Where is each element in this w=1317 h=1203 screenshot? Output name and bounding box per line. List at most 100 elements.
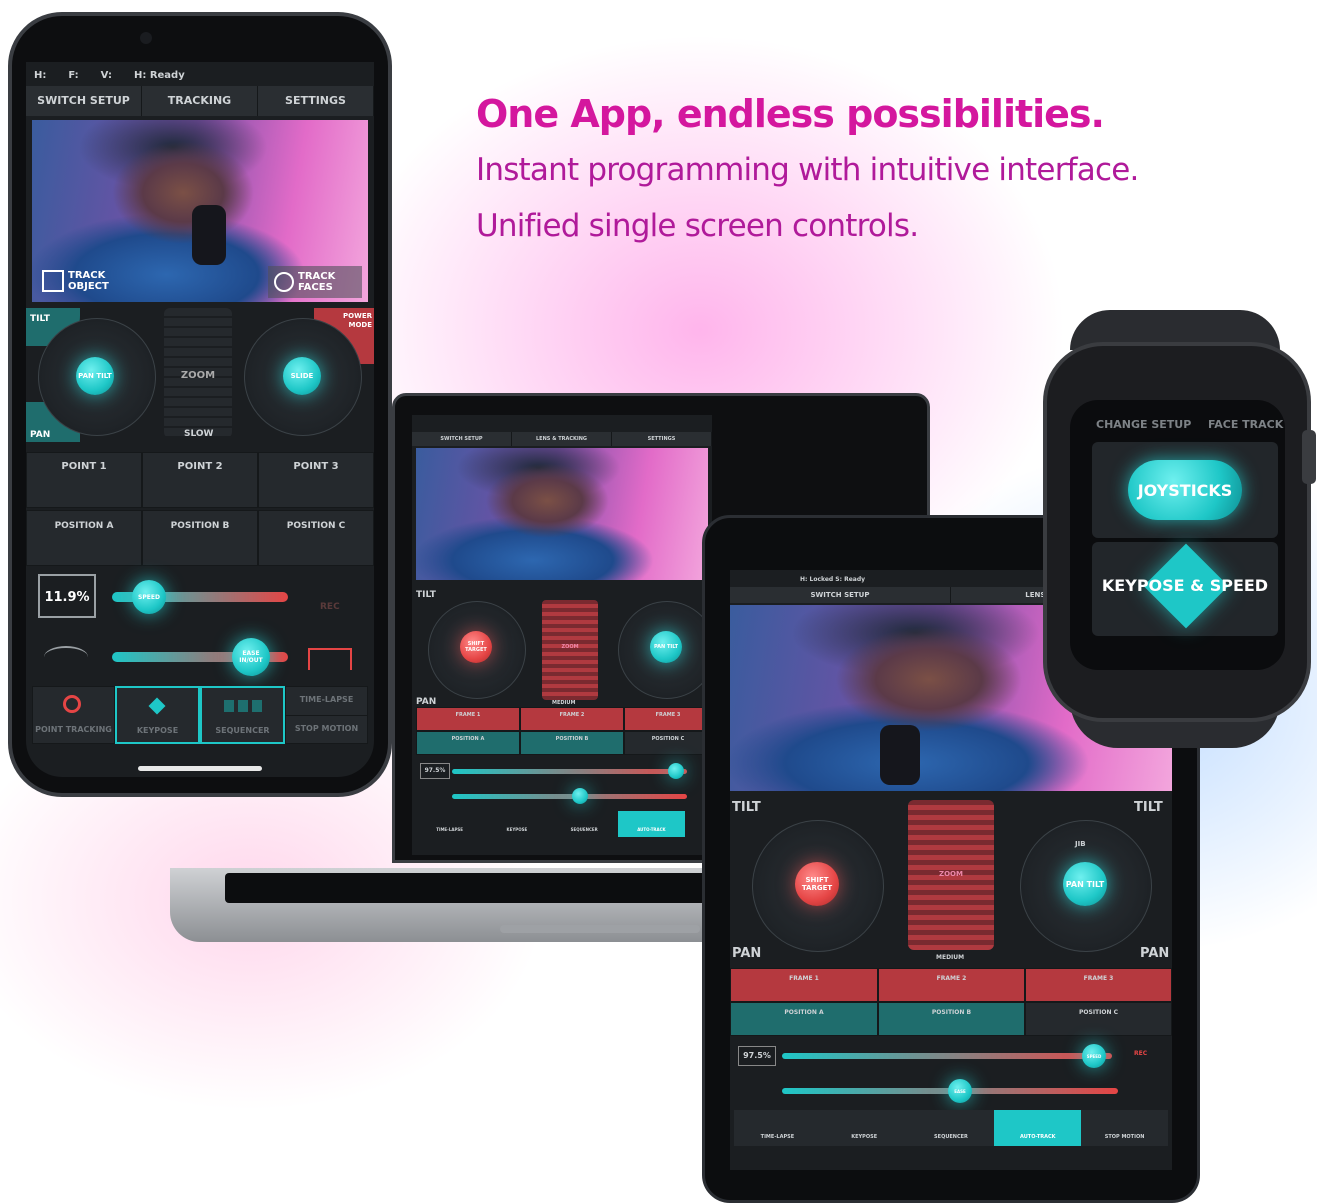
laptop-position-c[interactable]: POSITION C	[624, 731, 712, 755]
phone-btn-group-right: TIME-LAPSE STOP MOTION	[285, 686, 368, 744]
laptop-zoom-slider[interactable]: ZOOM	[542, 600, 598, 700]
tablet-mic	[880, 725, 920, 785]
tablet-tilt-left: TILT	[732, 800, 761, 815]
laptop-btn-keypose[interactable]: KEYPOSE	[483, 811, 550, 837]
laptop-ease-slider[interactable]	[452, 794, 687, 799]
phone-camera-dot	[140, 32, 152, 44]
phone-point-2[interactable]: POINT 2	[142, 452, 258, 508]
phone-mic	[192, 205, 226, 265]
phone-slide-knob[interactable]: SLIDE	[283, 357, 321, 395]
watch-joysticks-button[interactable]: JOYSTICKS	[1128, 460, 1242, 520]
laptop-frame-1[interactable]: FRAME 1	[416, 707, 520, 731]
phone-track-faces-label: TRACK FACES	[298, 271, 336, 293]
laptop-frame-3[interactable]: FRAME 3	[624, 707, 712, 731]
phone-bottom-bar: POINT TRACKING KEYPOSE SEQUENCER TIME-LA…	[32, 686, 368, 744]
tablet-pan-tilt-knob[interactable]: PAN TILT	[1063, 862, 1107, 906]
phone-point-1[interactable]: POINT 1	[26, 452, 142, 508]
laptop-ease-handle[interactable]	[572, 788, 588, 804]
watch-joysticks-panel[interactable]: JOYSTICKS	[1092, 442, 1278, 538]
phone-btn-timelapse[interactable]: TIME-LAPSE	[286, 687, 367, 716]
tablet-zoom-slider[interactable]: ZOOM	[908, 800, 994, 950]
phone-zoom-slider[interactable]: ZOOM	[164, 308, 232, 438]
phone-screen: H: F: V: H: Ready SWITCH SETUP TRACKING …	[26, 62, 374, 777]
laptop-frame-2[interactable]: FRAME 2	[520, 707, 624, 731]
phone-status-bar: H: F: V: H: Ready	[34, 70, 185, 81]
tablet-position-c[interactable]: POSITION C	[1025, 1002, 1172, 1036]
phone-slow: SLOW	[184, 429, 214, 439]
tablet-btn-stopmotion[interactable]: STOP MOTION	[1081, 1110, 1168, 1146]
tablet-pan-right: PAN	[1140, 946, 1170, 961]
laptop-pan-tilt-knob[interactable]: PAN TILT	[650, 631, 682, 663]
phone-tab-tracking[interactable]: TRACKING OPTIONS	[142, 86, 258, 137]
phone-track-object[interactable]: TRACK OBJECT	[42, 266, 126, 296]
laptop-btn-autotrack[interactable]: AUTO-TRACK	[617, 811, 686, 837]
laptop-tab-switch[interactable]: SWITCH SETUP	[412, 432, 512, 446]
phone-btn-sequencer-label: SEQUENCER	[215, 726, 270, 735]
phone-track-object-label: TRACK OBJECT	[68, 270, 109, 292]
laptop-speed-slider[interactable]	[452, 769, 687, 774]
phone-rec[interactable]: REC	[320, 602, 340, 612]
laptop-tab-settings[interactable]: SETTINGS	[612, 432, 712, 446]
tablet-position-a[interactable]: POSITION A	[730, 1002, 878, 1036]
phone-camera-preview: TRACK OBJECT TRACK FACES	[32, 120, 368, 302]
tablet-percent: 97.5%	[738, 1046, 776, 1066]
tablet-pan-left: PAN	[732, 946, 762, 961]
phone-btn-keypose[interactable]: KEYPOSE	[115, 686, 200, 744]
laptop-camera-preview	[416, 448, 708, 580]
laptop-btn-sequencer[interactable]: SEQUENCER	[551, 811, 618, 837]
laptop-position-b[interactable]: POSITION B	[520, 731, 624, 755]
tablet-status: H: Locked S: Ready	[800, 576, 866, 583]
laptop-bottom-bar: TIME-LAPSE KEYPOSE SEQUENCER AUTO-TRACK	[416, 811, 712, 837]
tablet-tilt-right: TILT	[1134, 800, 1163, 815]
phone-btn-stopmotion[interactable]: STOP MOTION	[286, 716, 367, 744]
phone-position-b[interactable]: POSITION B	[142, 510, 258, 566]
tablet-frame-3[interactable]: FRAME 3	[1025, 968, 1172, 1002]
tablet-zoom-label: ZOOM	[939, 870, 963, 878]
phone-position-a[interactable]: POSITION A	[26, 510, 142, 566]
phone-tab-switch[interactable]: SWITCH SETUP	[26, 86, 142, 116]
tablet-frame-2[interactable]: FRAME 2	[878, 968, 1025, 1002]
phone-tab-settings[interactable]: SETTINGS	[258, 86, 374, 116]
phone-position-c[interactable]: POSITION C	[258, 510, 374, 566]
phone-status-h: H:	[34, 70, 47, 81]
phone-btn-keypose-label: KEYPOSE	[136, 726, 179, 735]
laptop-btn-timelapse[interactable]: TIME-LAPSE	[416, 811, 483, 837]
crosshair-icon	[63, 695, 81, 713]
phone-track-faces[interactable]: TRACK FACES	[268, 266, 362, 298]
phone-speed-handle[interactable]: SPEED	[132, 580, 166, 614]
tablet-btn-keypose[interactable]: KEYPOSE	[820, 1110, 908, 1146]
tablet-frame-1[interactable]: FRAME 1	[730, 968, 878, 1002]
laptop-speed-handle[interactable]	[668, 763, 684, 779]
tablet-speed-handle[interactable]: SPEED	[1082, 1044, 1106, 1068]
tablet-shift-target-knob[interactable]: SHIFT TARGET	[795, 862, 839, 906]
tablet-medium: MEDIUM	[936, 954, 965, 961]
watch-keypose-panel[interactable]: KEYPOSE & SPEED	[1092, 542, 1278, 636]
phone-pan-tilt-knob[interactable]: PAN TILT	[76, 357, 114, 395]
phone-btn-sequencer[interactable]: SEQUENCER	[200, 686, 285, 744]
tablet-jib-label: JIB	[1075, 840, 1086, 848]
phone-point-3[interactable]: POINT 3	[258, 452, 374, 508]
tablet-btn-timelapse[interactable]: TIME-LAPSE	[734, 1110, 821, 1146]
tablet-tab-switch[interactable]: SWITCH SETUP	[730, 587, 951, 603]
tablet-btn-sequencer[interactable]: SEQUENCER	[907, 1110, 995, 1146]
home-indicator[interactable]	[138, 766, 262, 771]
watch-change-setup[interactable]: CHANGE SETUP	[1096, 418, 1191, 431]
laptop-shift-target-knob[interactable]: SHIFT TARGET	[460, 631, 492, 663]
phone-ease-handle[interactable]: EASE IN/OUT	[232, 638, 270, 676]
tablet-ease-handle[interactable]: EASE	[948, 1079, 972, 1103]
laptop-position-a[interactable]: POSITION A	[416, 731, 520, 755]
phone-power-mode-label: POWER MODE	[343, 312, 372, 329]
phone-btn-point-tracking[interactable]: POINT TRACKING	[32, 686, 115, 744]
watch-crown[interactable]	[1302, 430, 1316, 484]
tablet-rec[interactable]: REC	[1134, 1050, 1147, 1057]
watch-screen: CHANGE SETUP FACE TRACK JOYSTICKS KEYPOS…	[1070, 400, 1285, 670]
watch-face-track[interactable]: FACE TRACK	[1208, 418, 1283, 431]
laptop-tabs: SWITCH SETUP LENS & TRACKING SETTINGS	[412, 432, 712, 446]
ease-curve-icon	[44, 646, 88, 668]
tagline-1: Instant programming with intuitive inter…	[476, 152, 1139, 188]
tablet-speed-slider[interactable]	[782, 1053, 1112, 1059]
laptop-percent: 97.5%	[420, 763, 450, 779]
tablet-btn-autotrack[interactable]: AUTO-TRACK	[994, 1110, 1082, 1146]
laptop-tab-lens[interactable]: LENS & TRACKING	[512, 432, 612, 446]
tablet-position-b[interactable]: POSITION B	[878, 1002, 1025, 1036]
